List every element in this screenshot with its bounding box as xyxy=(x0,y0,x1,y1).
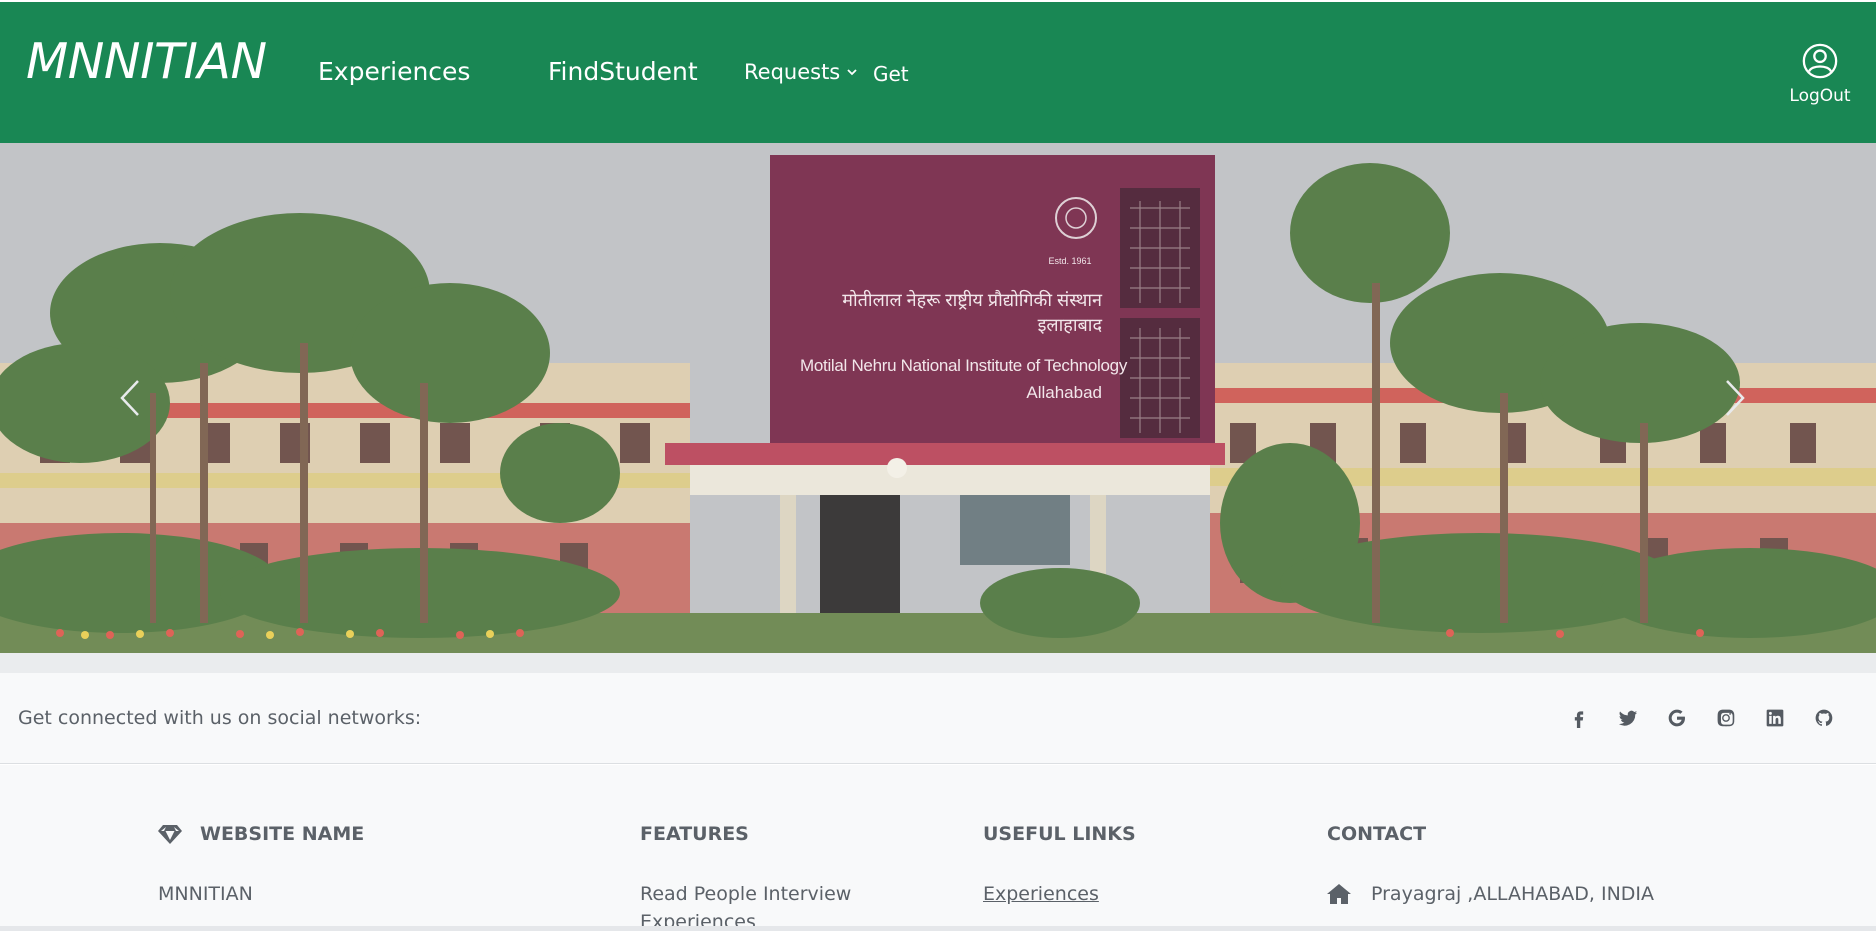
building-hindi-line2: इलाहाबाद xyxy=(1037,315,1102,335)
logout-button[interactable]: LogOut xyxy=(1785,42,1855,106)
user-circle-icon xyxy=(1802,43,1838,79)
nav-dropdown-requests-label: Requests xyxy=(744,60,841,84)
nav-link-find-student[interactable]: FindStudent xyxy=(548,57,698,86)
footer-contact-address-text: Prayagraj ,ALLAHABAD, INDIA xyxy=(1371,883,1655,905)
building-english-line1: Motilal Nehru National Institute of Tech… xyxy=(800,356,1128,375)
footer-link-experiences[interactable]: Experiences xyxy=(983,883,1099,905)
footer-contact-title: CONTACT xyxy=(1327,823,1427,845)
brand-logo[interactable]: MNNITIAN xyxy=(26,32,267,92)
footer-bottom-line xyxy=(0,926,1876,931)
twitter-icon[interactable] xyxy=(1603,704,1652,732)
building-estd-text: Estd. 1961 xyxy=(1048,256,1092,266)
carousel-next-button[interactable] xyxy=(1705,368,1765,428)
navbar: MNNITIAN Experiences FindStudent Request… xyxy=(0,2,1876,143)
footer-useful-links-title: USEFUL LINKS xyxy=(983,823,1136,845)
footer: WEBSITE NAME MNNITIAN FEATURES Read Peop… xyxy=(0,765,1876,931)
facebook-icon[interactable] xyxy=(1554,704,1603,732)
building-hindi-line1: मोतीलाल नेहरू राष्ट्रीय प्रौद्योगिकी संस… xyxy=(842,290,1102,310)
social-connect-text: Get connected with us on social networks… xyxy=(18,707,422,729)
nav-link-get[interactable]: Get xyxy=(873,62,909,86)
building-english-line2: Allahabad xyxy=(1026,383,1102,402)
linkedin-icon[interactable] xyxy=(1750,704,1799,732)
footer-features-line1: Read People Interview xyxy=(640,883,852,905)
gem-icon xyxy=(158,825,182,844)
hero-bottom-strip xyxy=(0,653,1876,673)
chevron-left-icon xyxy=(120,380,139,416)
footer-website-text: MNNITIAN xyxy=(158,883,253,905)
github-icon[interactable] xyxy=(1799,704,1848,732)
social-bar: Get connected with us on social networks… xyxy=(0,673,1876,764)
chevron-right-icon xyxy=(1726,380,1745,416)
footer-website-title: WEBSITE NAME xyxy=(158,823,364,845)
logout-label: LogOut xyxy=(1789,86,1851,106)
carousel-prev-button[interactable] xyxy=(100,368,160,428)
hero-carousel: Estd. 1961 मोतीलाल नेहरू राष्ट्रीय प्रौद… xyxy=(0,143,1876,653)
nav-link-experiences[interactable]: Experiences xyxy=(318,57,470,86)
footer-features-title: FEATURES xyxy=(640,823,749,845)
footer-website-title-text: WEBSITE NAME xyxy=(200,823,365,845)
google-icon[interactable] xyxy=(1652,704,1701,732)
chevron-down-icon xyxy=(847,69,857,76)
footer-contact-address: Prayagraj ,ALLAHABAD, INDIA xyxy=(1327,883,1654,905)
nav-dropdown-requests[interactable]: Requests xyxy=(744,60,858,84)
instagram-icon[interactable] xyxy=(1701,704,1750,732)
home-icon xyxy=(1327,884,1351,904)
social-icons xyxy=(1554,704,1848,732)
